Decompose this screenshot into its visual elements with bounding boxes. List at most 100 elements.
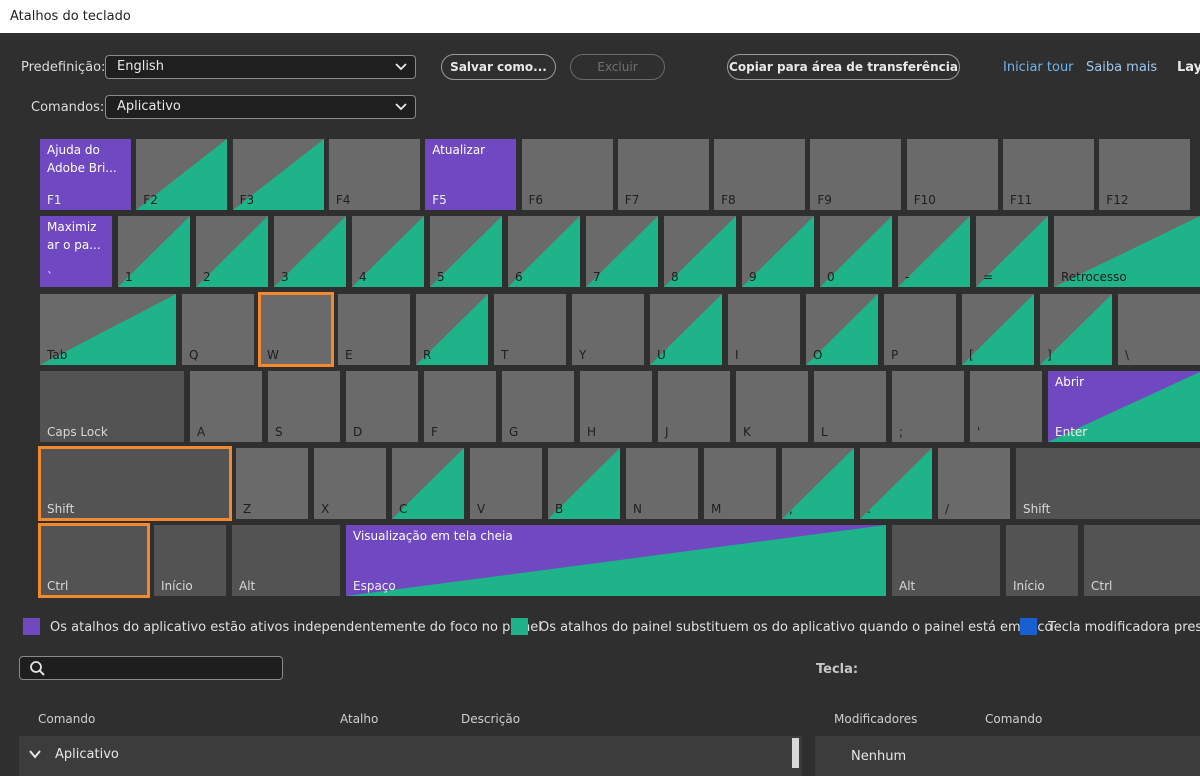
key--4-10[interactable]: /: [938, 448, 1010, 519]
key--3-11[interactable]: ': [970, 371, 1042, 442]
key-f7-0-6[interactable]: F7: [617, 139, 709, 210]
key--2-13[interactable]: \: [1118, 294, 1200, 365]
key-f10-0-9[interactable]: F10: [906, 139, 998, 210]
key-f11-0-10[interactable]: F11: [1003, 139, 1094, 210]
key-1-1-1[interactable]: 1: [118, 216, 190, 287]
start-tour-link[interactable]: Iniciar tour: [1003, 60, 1074, 75]
key-d-3-3[interactable]: D: [346, 371, 418, 442]
key-r-2-4[interactable]: R: [416, 294, 488, 365]
key--3-10[interactable]: ;: [892, 371, 964, 442]
key-y-2-6[interactable]: Y: [572, 294, 644, 365]
key-b-4-5[interactable]: B: [548, 448, 620, 519]
key--1-11[interactable]: -: [898, 216, 970, 287]
key-q-2-1[interactable]: Q: [182, 294, 254, 365]
key--4-9[interactable]: .: [860, 448, 932, 519]
key-label: F4: [335, 193, 351, 207]
col-header-shortcut[interactable]: Atalho: [340, 712, 378, 726]
key-l-3-9[interactable]: L: [814, 371, 886, 442]
legend-swatch-purple: [23, 618, 40, 635]
key-label: Ctrl: [47, 579, 69, 593]
key-shift-4-11[interactable]: Shift: [1016, 448, 1200, 519]
key-0-1-10[interactable]: 0: [820, 216, 892, 287]
key-alt-5-2[interactable]: Alt: [232, 525, 340, 596]
key-k-3-8[interactable]: K: [736, 371, 808, 442]
preset-select[interactable]: English: [105, 55, 416, 79]
key-a-3-1[interactable]: A: [190, 371, 262, 442]
key-tab-2-0[interactable]: Tab: [40, 294, 176, 365]
key-label: F12: [1106, 193, 1129, 207]
col-header-mod-command[interactable]: Comando: [985, 712, 1042, 726]
key-f6-0-5[interactable]: F6: [521, 139, 613, 210]
key-5-1-5[interactable]: 5: [430, 216, 502, 287]
key-espaço-5-3[interactable]: Visualização em tela cheia Espaço: [346, 525, 886, 596]
key-g-3-5[interactable]: G: [502, 371, 574, 442]
key-f3-0-2[interactable]: F3: [232, 139, 324, 210]
key-j-3-7[interactable]: J: [658, 371, 730, 442]
key-c-4-3[interactable]: C: [392, 448, 464, 519]
key-label: B: [555, 502, 564, 516]
key-alt-5-4[interactable]: Alt: [892, 525, 1000, 596]
key-n-4-6[interactable]: N: [626, 448, 698, 519]
key--2-11[interactable]: [: [962, 294, 1034, 365]
key-8-1-8[interactable]: 8: [664, 216, 736, 287]
key-f5-0-4[interactable]: Atualizar F5: [425, 139, 517, 210]
key--1-0[interactable]: Maximiz ar o pa... `: [40, 216, 112, 287]
key-f12-0-11[interactable]: F12: [1099, 139, 1191, 210]
key-7-1-7[interactable]: 7: [586, 216, 658, 287]
key-4-1-4[interactable]: 4: [352, 216, 424, 287]
key-h-3-6[interactable]: H: [580, 371, 652, 442]
key-i-2-8[interactable]: I: [728, 294, 800, 365]
key-s-3-2[interactable]: S: [268, 371, 340, 442]
table-scrollbar[interactable]: [792, 738, 799, 768]
col-header-command[interactable]: Comando: [38, 712, 95, 726]
save-as-button[interactable]: Salvar como...: [441, 54, 556, 80]
search-field[interactable]: [19, 656, 283, 680]
delete-button[interactable]: Excluir: [570, 54, 665, 80]
key-capslock-3-0[interactable]: Caps Lock: [40, 371, 184, 442]
key--4-8[interactable]: ,: [782, 448, 854, 519]
key-label: F6: [528, 193, 544, 207]
key-m-4-7[interactable]: M: [704, 448, 776, 519]
key-f2-0-1[interactable]: F2: [136, 139, 228, 210]
key-f1-0-0[interactable]: Ajuda do Adobe Bri... F1: [40, 139, 131, 210]
key-6-1-6[interactable]: 6: [508, 216, 580, 287]
key-w-2-2[interactable]: W: [258, 292, 334, 367]
key-u-2-7[interactable]: U: [650, 294, 722, 365]
key-início-5-5[interactable]: Início: [1006, 525, 1078, 596]
key-label: F2: [143, 193, 158, 207]
col-header-modifiers[interactable]: Modificadores: [834, 712, 917, 726]
key-f4-0-3[interactable]: F4: [328, 139, 420, 210]
modifier-row[interactable]: Nenhum: [815, 736, 1200, 776]
key-v-4-4[interactable]: V: [470, 448, 542, 519]
table-group-row[interactable]: Aplicativo: [19, 736, 802, 776]
key-label: M: [711, 502, 722, 516]
key-2-1-2[interactable]: 2: [196, 216, 268, 287]
key-início-5-1[interactable]: Início: [154, 525, 226, 596]
key-label: A: [197, 425, 206, 439]
chevron-down-icon[interactable]: [29, 750, 41, 759]
key-x-4-2[interactable]: X: [314, 448, 386, 519]
key-t-2-5[interactable]: T: [494, 294, 566, 365]
learn-more-link[interactable]: Saiba mais: [1086, 60, 1157, 75]
commands-select[interactable]: Aplicativo: [105, 95, 416, 119]
key-9-1-9[interactable]: 9: [742, 216, 814, 287]
key-e-2-3[interactable]: E: [338, 294, 410, 365]
key--2-12[interactable]: ]: [1040, 294, 1112, 365]
key-ctrl-5-0[interactable]: Ctrl: [38, 523, 150, 598]
key--1-12[interactable]: =: [976, 216, 1048, 287]
search-input[interactable]: [50, 659, 279, 679]
layout-link[interactable]: Lay: [1177, 60, 1200, 75]
key-z-4-1[interactable]: Z: [236, 448, 308, 519]
key-shift-4-0[interactable]: Shift: [38, 446, 232, 521]
key-o-2-9[interactable]: O: [806, 294, 878, 365]
key-3-1-3[interactable]: 3: [274, 216, 346, 287]
key-ctrl-5-6[interactable]: Ctrl: [1084, 525, 1200, 596]
key-f9-0-8[interactable]: F9: [810, 139, 902, 210]
col-header-description[interactable]: Descrição: [461, 712, 520, 726]
key-retrocesso-1-13[interactable]: Retrocesso: [1054, 216, 1200, 287]
key-p-2-10[interactable]: P: [884, 294, 956, 365]
copy-clipboard-button[interactable]: Copiar para área de transferência: [727, 54, 960, 80]
key-f-3-4[interactable]: F: [424, 371, 496, 442]
key-f8-0-7[interactable]: F8: [714, 139, 806, 210]
key-enter-3-12[interactable]: Abrir Enter: [1048, 371, 1200, 442]
